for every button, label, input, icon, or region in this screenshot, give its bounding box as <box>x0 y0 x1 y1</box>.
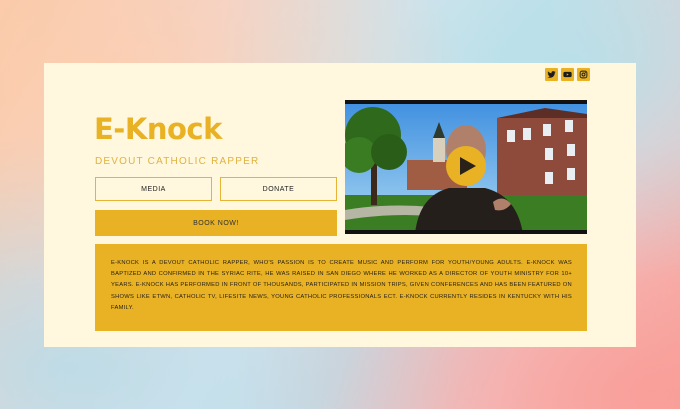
social-links <box>545 68 590 81</box>
hero-card: E-Knock DEVOUT CATHOLIC RAPPER MEDIA DON… <box>44 63 636 347</box>
twitter-link[interactable] <box>545 68 558 81</box>
page-subtitle: DEVOUT CATHOLIC RAPPER <box>95 156 260 167</box>
twitter-icon <box>547 71 556 78</box>
play-button[interactable] <box>446 146 486 186</box>
media-button[interactable]: MEDIA <box>95 177 212 201</box>
play-icon <box>460 157 476 175</box>
instagram-icon <box>579 70 588 79</box>
instagram-link[interactable] <box>577 68 590 81</box>
donate-button[interactable]: DONATE <box>220 177 337 201</box>
video-player[interactable] <box>345 100 587 234</box>
book-now-button[interactable]: BOOK NOW! <box>95 210 337 236</box>
youtube-icon <box>563 71 572 78</box>
page-title: E-Knock <box>94 112 222 146</box>
bio-text-block: E-KNOCK IS A DEVOUT CATHOLIC RAPPER, WHO… <box>95 244 587 331</box>
youtube-link[interactable] <box>561 68 574 81</box>
